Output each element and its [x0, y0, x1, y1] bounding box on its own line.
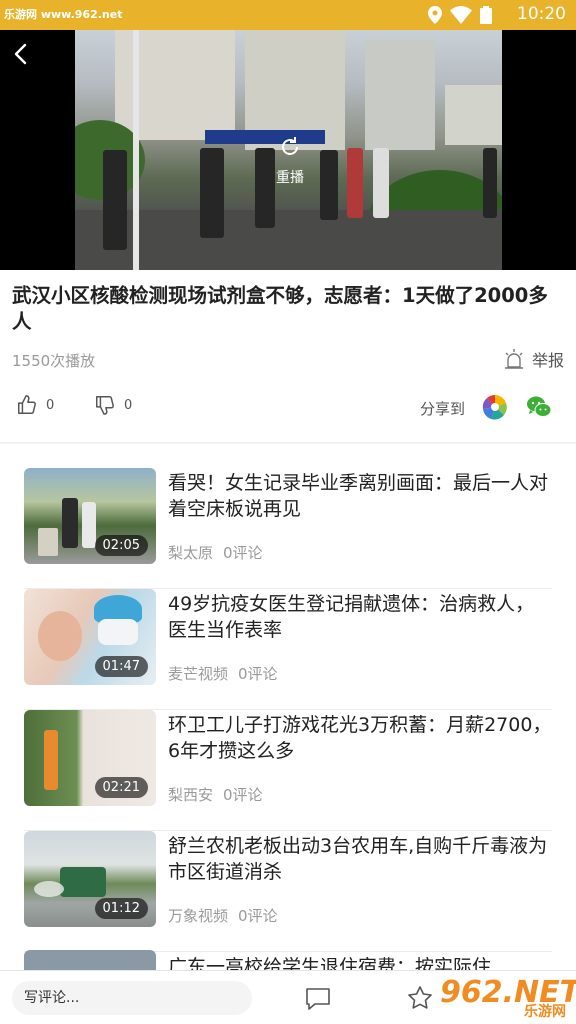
item-title: 看哭！女生记录毕业季离别画面：最后一人对着空床板说再见 [168, 472, 549, 520]
comment-input[interactable]: 写评论... [12, 981, 252, 1015]
like-button[interactable]: 0 [16, 394, 54, 416]
video-thumbnail [24, 950, 156, 970]
replay-label: 重播 [276, 170, 304, 186]
report-button[interactable]: 举报 [502, 346, 564, 372]
dislike-button[interactable]: 0 [94, 394, 132, 416]
wechat-icon[interactable] [526, 394, 552, 420]
battery-icon [480, 6, 492, 24]
thumbs-down-icon [96, 396, 114, 415]
list-item[interactable]: 02:21 环卫工儿子打游戏花光3万积蓄：月薪2700，6年才攒这么多 梨西安 0… [24, 710, 552, 831]
brand-watermark: 962.NET 乐游网 [440, 975, 576, 1021]
duration-badge: 02:05 [94, 535, 148, 556]
alarm-icon [504, 349, 523, 369]
watermark: 乐游网 www.962.net [4, 8, 123, 21]
duration-badge: 02:21 [94, 777, 148, 798]
dislike-count: 0 [124, 397, 133, 413]
play-count: 1550次播放 [12, 352, 96, 370]
item-title: 广东一高校给学生退住宿费：按实际住 [168, 956, 492, 970]
related-video-list: 02:05 看哭！女生记录毕业季离别画面：最后一人对着空床板说再见 梨太原 0评论… [24, 468, 552, 952]
action-row: 0 0 分享到 [0, 390, 576, 426]
item-meta: 梨太原 0评论 [168, 542, 263, 563]
wifi-icon [450, 6, 472, 24]
item-comments: 0评论 [223, 786, 263, 804]
item-meta: 梨西安 0评论 [168, 784, 263, 805]
duration-badge: 01:47 [94, 656, 148, 677]
item-comments: 0评论 [238, 907, 278, 925]
item-meta: 麦芒视频 0评论 [168, 663, 278, 684]
bottom-bar: 写评论... 962.NET 乐游网 [0, 970, 576, 1024]
video-player[interactable]: 重播 [0, 30, 576, 270]
item-source: 梨太原 [168, 544, 214, 562]
video-title: 武汉小区核酸检测现场试剂盒不够，志愿者：1天做了2000多人 [12, 284, 548, 333]
video-thumbnail[interactable]: 02:05 [24, 468, 156, 564]
item-title: 49岁抗疫女医生登记捐献遗体：治病救人，医生当作表率 [168, 593, 535, 641]
back-arrow-icon[interactable] [10, 42, 34, 66]
list-item[interactable]: 01:12 舒兰农机老板出动3台农用车,自购千斤毒液为市区街道消杀 万象视频 0评… [24, 831, 552, 952]
item-title: 舒兰农机老板出动3台农用车,自购千斤毒液为市区街道消杀 [168, 835, 548, 883]
location-icon [428, 6, 442, 24]
like-count: 0 [46, 397, 55, 413]
status-icons [428, 6, 498, 24]
share-label: 分享到 [420, 400, 466, 418]
comment-icon[interactable] [304, 984, 332, 1012]
thumbs-up-icon [18, 395, 36, 414]
moments-icon[interactable] [482, 394, 508, 420]
list-item[interactable]: 02:05 看哭！女生记录毕业季离别画面：最后一人对着空床板说再见 梨太原 0评论 [24, 468, 552, 589]
clock: 10:20 [517, 4, 566, 24]
status-bar: 乐游网 www.962.net 10:20 [0, 0, 576, 30]
star-icon[interactable] [406, 984, 434, 1012]
item-meta: 万象视频 0评论 [168, 905, 278, 926]
brand-bottom: 乐游网 [524, 1004, 566, 1020]
replay-button[interactable]: 重播 [265, 135, 315, 187]
video-thumbnail[interactable]: 01:47 [24, 589, 156, 685]
item-source: 梨西安 [168, 786, 214, 804]
report-label: 举报 [531, 351, 564, 370]
duration-badge: 01:12 [94, 898, 148, 919]
list-item-partial[interactable]: 广东一高校给学生退住宿费：按实际住 [24, 950, 552, 970]
item-title: 环卫工儿子打游戏花光3万积蓄：月薪2700，6年才攒这么多 [168, 714, 552, 762]
video-thumbnail[interactable]: 02:21 [24, 710, 156, 806]
section-divider [0, 442, 576, 444]
item-comments: 0评论 [238, 665, 278, 683]
item-source: 万象视频 [168, 907, 229, 925]
item-comments: 0评论 [223, 544, 263, 562]
item-source: 麦芒视频 [168, 665, 229, 683]
video-thumbnail[interactable]: 01:12 [24, 831, 156, 927]
list-item[interactable]: 01:47 49岁抗疫女医生登记捐献遗体：治病救人，医生当作表率 麦芒视频 0评论 [24, 589, 552, 710]
replay-icon [282, 137, 298, 155]
